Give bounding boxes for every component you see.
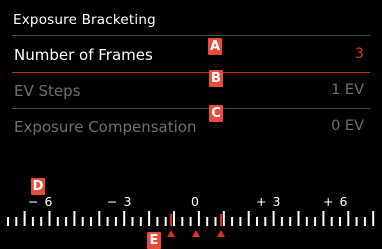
callout-d: D — [31, 178, 45, 195]
exposure-scale-graphic — [7, 211, 375, 237]
bracket-frame-marker — [192, 230, 200, 237]
callout-e: E — [147, 232, 161, 249]
callout-a: A — [208, 38, 222, 55]
callout-c: C — [209, 105, 223, 122]
bracket-frame-marker — [167, 230, 175, 237]
bracket-frame-marker — [217, 230, 225, 237]
callout-b: B — [209, 70, 223, 87]
camera-menu-screen: Exposure Bracketing Number of Frames 3 E… — [0, 0, 382, 249]
